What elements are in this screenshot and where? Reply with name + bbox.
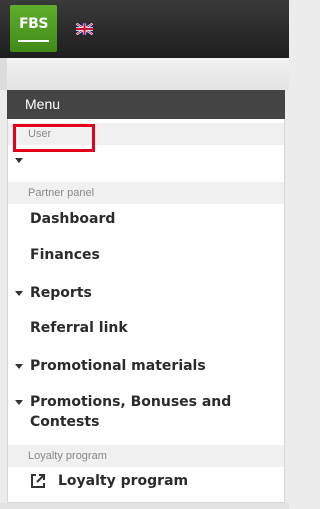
promotions-label-line1: Promotions, Bonuses and bbox=[30, 394, 232, 410]
page-background bbox=[0, 58, 289, 90]
section-partner-panel: Partner panel bbox=[8, 182, 284, 204]
menu-item-promotional-materials[interactable]: Promotional materials bbox=[8, 358, 284, 380]
menu-item-finances[interactable]: Finances bbox=[8, 247, 284, 269]
external-link-icon bbox=[31, 474, 45, 488]
user-dropdown[interactable] bbox=[8, 149, 284, 171]
caret-down-icon bbox=[15, 400, 23, 405]
promotional-materials-label: Promotional materials bbox=[30, 358, 206, 374]
menu-item-promotions[interactable]: Promotions, Bonuses and Contests bbox=[8, 394, 284, 438]
logo-text: FBS bbox=[19, 16, 48, 32]
menu-item-loyalty-program[interactable]: Loyalty program bbox=[8, 473, 284, 495]
menu-item-referral-link[interactable]: Referral link bbox=[8, 320, 284, 342]
caret-down-icon bbox=[15, 158, 23, 163]
menu-item-reports[interactable]: Reports bbox=[8, 285, 284, 307]
caret-down-icon bbox=[15, 291, 23, 296]
dashboard-label: Dashboard bbox=[30, 211, 116, 227]
finances-label: Finances bbox=[30, 247, 100, 263]
left-edge bbox=[0, 58, 7, 90]
referral-link-label: Referral link bbox=[30, 320, 128, 336]
menu-item-dashboard[interactable]: Dashboard bbox=[8, 211, 284, 233]
caret-down-icon bbox=[15, 364, 23, 369]
reports-label: Reports bbox=[30, 285, 92, 301]
loyalty-program-label: Loyalty program bbox=[58, 473, 189, 489]
fbs-logo[interactable]: FBS bbox=[10, 5, 57, 52]
top-bar: FBS bbox=[0, 0, 289, 58]
promotions-label-line2: Contests bbox=[30, 414, 100, 430]
logo-underline bbox=[18, 40, 49, 42]
section-loyalty-program: Loyalty program bbox=[8, 445, 284, 467]
bottom-strip bbox=[0, 503, 289, 509]
finances-highlight-box bbox=[13, 124, 95, 152]
menu-header: Menu bbox=[7, 90, 285, 119]
uk-flag-icon[interactable] bbox=[76, 23, 93, 35]
menu-panel: User Partner panel Dashboard Finances Re… bbox=[7, 119, 285, 503]
